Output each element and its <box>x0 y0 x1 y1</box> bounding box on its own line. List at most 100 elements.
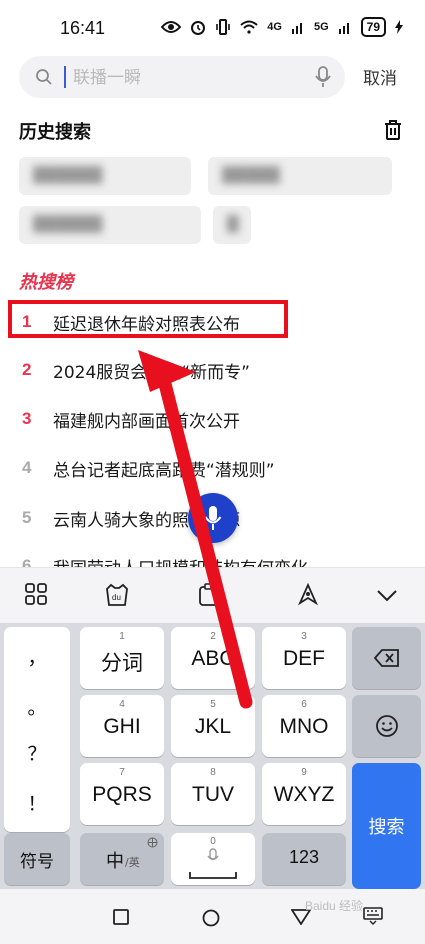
key-6[interactable]: 6 MNO <box>262 695 346 757</box>
svg-text:du: du <box>112 593 121 602</box>
signal-4g-label: 4G <box>267 21 282 33</box>
chevron-down-icon[interactable] <box>376 589 398 603</box>
key-number: 0 <box>210 836 216 847</box>
key-number: 2 <box>210 631 216 642</box>
key-number: 6 <box>301 699 307 710</box>
microphone-icon <box>207 848 219 861</box>
search-submit-button[interactable]: 搜索 <box>352 763 421 889</box>
key-number: 9 <box>301 767 307 778</box>
key-number: 5 <box>210 699 216 710</box>
hot-search-title: 热搜榜 <box>19 272 73 293</box>
search-icon <box>36 69 52 85</box>
language-toggle-button[interactable]: 中 /英 <box>80 833 164 885</box>
key-label: DEF <box>283 647 325 670</box>
wifi-icon <box>240 20 258 34</box>
key-number: 3 <box>301 631 307 642</box>
key-number: 8 <box>210 767 216 778</box>
recent-apps-icon[interactable] <box>113 909 129 925</box>
search-input[interactable] <box>71 62 305 94</box>
du-mascot-icon[interactable]: du <box>104 583 130 607</box>
key-label: PQRS <box>92 783 152 806</box>
hot-item-title: 我国劳动人口规模和结构有何变化 <box>53 554 308 567</box>
signal-icon <box>338 23 349 34</box>
alarm-icon <box>191 21 206 35</box>
key-number: 4 <box>119 699 125 710</box>
hot-list-item[interactable]: 3 福建舰内部画面首次公开 <box>0 401 425 441</box>
key-number: 1 <box>119 631 125 642</box>
symbols-button[interactable]: 符号 <box>4 833 70 885</box>
grid-menu-icon[interactable] <box>25 583 47 605</box>
key-label: MNO <box>279 715 329 738</box>
cancel-button[interactable]: 取消 <box>363 64 397 89</box>
punctuation-key[interactable]: ？ <box>4 739 70 766</box>
history-chip[interactable]: █ <box>213 206 251 244</box>
history-chip[interactable]: ██████ <box>19 157 191 195</box>
rank-number: 2 <box>22 360 32 379</box>
hot-list-item[interactable]: 2 2024服贸会聚焦“新而专” <box>0 352 425 392</box>
eye-icon <box>161 21 182 33</box>
home-icon[interactable] <box>202 909 220 927</box>
key-label: 中 <box>106 851 124 872</box>
key-9[interactable]: 9 WXYZ <box>262 763 346 825</box>
key-2[interactable]: 2 ABC <box>171 627 255 689</box>
backspace-button[interactable] <box>352 627 421 689</box>
key-sublabel: /英 <box>125 856 140 869</box>
signal-icon <box>291 23 302 34</box>
status-bar: 16:41 4G 5G 79 <box>0 0 425 56</box>
voice-input-button[interactable] <box>188 493 238 543</box>
space-key[interactable]: 0 <box>171 833 255 885</box>
hot-list-item[interactable]: 6 我国劳动人口规模和结构有何变化 <box>0 548 425 567</box>
key-1[interactable]: 1 分词 <box>80 627 164 689</box>
search-box[interactable] <box>19 56 345 98</box>
clipboard-icon[interactable] <box>198 583 220 607</box>
key-8[interactable]: 8 TUV <box>171 763 255 825</box>
key-label: GHI <box>103 715 141 738</box>
numbers-button[interactable]: 123 <box>262 833 346 885</box>
key-4[interactable]: 4 GHI <box>80 695 164 757</box>
key-label: 分词 <box>101 652 143 675</box>
key-label: WXYZ <box>273 783 335 806</box>
text-cursor <box>64 66 66 88</box>
hot-item-title: 2024服贸会聚焦“新而专” <box>53 363 250 383</box>
keyboard: ， 。 ？ ！ 1 分词 2 ABC 3 DEF 4 GHI 5 JKL 6 M… <box>0 623 425 889</box>
signal-5g-label: 5G <box>313 21 329 33</box>
key-label: ABC <box>191 647 235 670</box>
microphone-icon[interactable] <box>315 66 331 88</box>
rank-number: 4 <box>22 458 32 477</box>
rank-number: 6 <box>22 556 32 567</box>
key-label: JKL <box>194 715 232 738</box>
space-bar-icon <box>189 872 237 879</box>
globe-icon <box>147 837 158 848</box>
hot-item-title: 福建舰内部画面首次公开 <box>53 412 240 432</box>
punctuation-key[interactable]: ！ <box>4 789 70 816</box>
charging-icon <box>395 20 403 34</box>
smiley-icon <box>376 715 398 737</box>
punctuation-key[interactable]: ， <box>4 643 70 670</box>
rank-number: 5 <box>22 508 32 527</box>
punctuation-column: ， 。 ？ ！ <box>4 627 70 832</box>
keyboard-toolbar: du <box>0 567 425 624</box>
backspace-icon <box>374 649 399 667</box>
vibrate-icon <box>216 19 231 35</box>
key-number: 7 <box>119 767 125 778</box>
key-3[interactable]: 3 DEF <box>262 627 346 689</box>
rank-number: 3 <box>22 409 32 428</box>
key-label: 123 <box>288 847 320 867</box>
key-label: 符号 <box>20 852 54 871</box>
hot-item-title: 总台记者起底高路费“潜规则” <box>53 461 275 481</box>
handwriting-icon[interactable] <box>296 583 320 607</box>
battery-level: 79 <box>360 17 386 37</box>
hot-list-item[interactable]: 4 总台记者起底高路费“潜规则” <box>0 450 425 490</box>
keyboard-hide-icon[interactable] <box>363 907 383 925</box>
history-chip[interactable]: ██████ <box>19 206 201 244</box>
trash-icon[interactable] <box>384 120 402 140</box>
annotation-highlight-box <box>8 300 288 338</box>
watermark-text: Baidu 经验 <box>305 899 364 913</box>
key-7[interactable]: 7 PQRS <box>80 763 164 825</box>
emoji-button[interactable] <box>352 695 421 757</box>
status-icons: 4G 5G 79 <box>161 17 403 37</box>
key-label: TUV <box>192 783 234 806</box>
history-chip[interactable]: █████ <box>208 157 392 195</box>
key-5[interactable]: 5 JKL <box>171 695 255 757</box>
punctuation-key[interactable]: 。 <box>4 693 70 720</box>
